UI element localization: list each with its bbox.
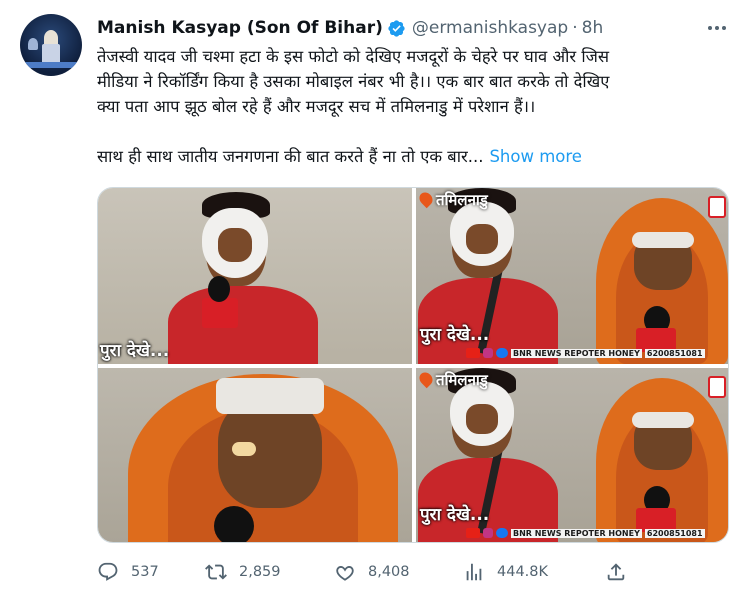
tweet-text: तेजस्वी यादव जी चश्मा हटा के इस फोटो को …	[97, 44, 727, 169]
show-more-link[interactable]: Show more	[489, 147, 582, 166]
author-handle[interactable]: @ermanishkasyap	[412, 18, 568, 38]
photo-caption: पुरा देखे...	[420, 325, 490, 345]
media-photo-3[interactable]	[98, 368, 412, 542]
views-count: 444.8K	[497, 564, 549, 580]
youtube-icon	[466, 528, 480, 538]
media-photo-1[interactable]: पुरा देखे...	[98, 188, 412, 364]
tweet-last-line: साथ ही साथ जातीय जनगणना की बात करते हैं …	[97, 147, 484, 166]
channel-name: BNR NEWS REPOTER HONEY	[511, 528, 642, 538]
location-tag: तमिलनाडु	[436, 371, 488, 389]
location-tag: तमिलनाडु	[436, 191, 488, 209]
retweet-icon	[205, 564, 227, 580]
facebook-icon	[496, 348, 508, 358]
reply-button[interactable]: 537	[97, 561, 159, 583]
views-icon	[466, 563, 482, 581]
views-button[interactable]: 444.8K	[463, 561, 548, 583]
photo-caption: पुरा देखे...	[420, 505, 490, 525]
facebook-icon	[496, 528, 508, 538]
instagram-icon	[483, 348, 493, 358]
channel-name: BNR NEWS REPOTER HONEY	[511, 348, 642, 358]
tweet-line-last: साथ ही साथ जातीय जनगणना की बात करते हैं …	[97, 144, 727, 169]
author-name[interactable]: Manish Kasyap (Son Of Bihar)	[97, 18, 383, 38]
channel-phone: 6200851081	[644, 528, 705, 538]
timestamp[interactable]: 8h	[582, 18, 604, 38]
tweet-line: तेजस्वी यादव जी चश्मा हटा के इस फोटो को …	[97, 47, 609, 66]
reply-icon	[98, 562, 118, 581]
share-icon	[607, 563, 625, 581]
media-grid[interactable]: पुरा देखे... तमिलनाडु पुरा देखे... BNR N…	[97, 187, 729, 543]
tweet[interactable]: Manish Kasyap (Son Of Bihar) @ermanishka…	[0, 0, 749, 593]
share-button[interactable]	[605, 561, 627, 583]
separator-dot: ·	[572, 18, 578, 38]
action-bar: 537 2,859 8,408 444.8K	[97, 560, 637, 584]
media-photo-4[interactable]: तमिलनाडु पुरा देखे... BNR NEWS REPOTER H…	[416, 368, 728, 542]
avatar[interactable]	[20, 14, 82, 76]
more-options-icon[interactable]	[705, 16, 729, 40]
tweet-line: क्या पता आप झूठ बोल रहे हैं और मजदूर सच …	[97, 97, 536, 116]
like-button[interactable]: 8,408	[334, 561, 410, 583]
photo-caption: पुरा देखे...	[100, 341, 170, 361]
channel-phone: 6200851081	[644, 348, 705, 358]
youtube-icon	[466, 348, 480, 358]
media-photo-2[interactable]: तमिलनाडु पुरा देखे... BNR NEWS REPOTER H…	[416, 188, 728, 364]
verified-badge-icon	[388, 19, 405, 37]
retweet-button[interactable]: 2,859	[205, 561, 281, 583]
retweet-count: 2,859	[239, 564, 281, 580]
like-count: 8,408	[368, 564, 410, 580]
like-icon	[336, 566, 354, 581]
tweet-line: मीडिया ने रिकॉर्डिंग किया है उसका मोबाइल…	[97, 72, 610, 91]
instagram-icon	[483, 528, 493, 538]
tweet-header: Manish Kasyap (Son Of Bihar) @ermanishka…	[97, 16, 603, 40]
reply-count: 537	[131, 564, 159, 580]
